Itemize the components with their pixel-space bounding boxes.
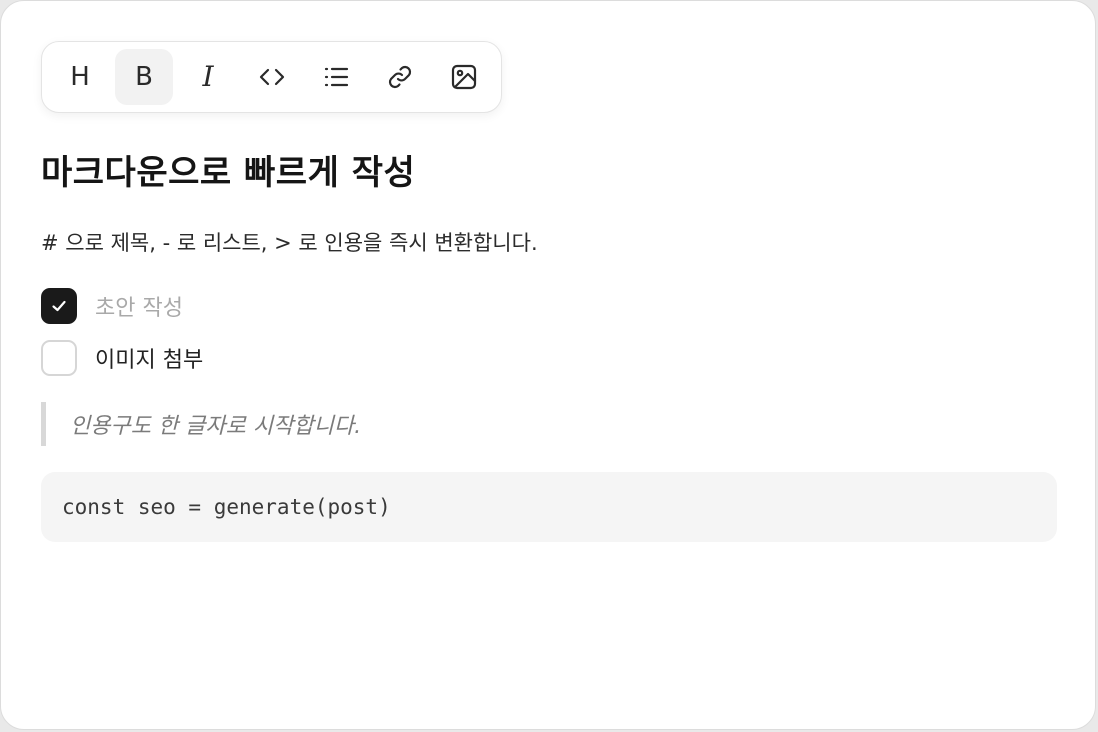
task-item-draft[interactable]: 초안 작성 (41, 288, 183, 324)
blockquote[interactable]: 인용구도 한 글자로 시작합니다. (41, 402, 361, 446)
editor-card: H B I 마크다운으로 빠르게 작성 # 으로 제목, - 로 리스트, > … (0, 0, 1096, 730)
task-label: 이미지 첨부 (95, 348, 204, 373)
italic-icon: I (202, 60, 214, 93)
checkbox-checked[interactable] (41, 288, 77, 324)
task-label: 초안 작성 (95, 296, 183, 321)
link-icon (388, 65, 412, 89)
check-icon (52, 300, 66, 312)
image-button[interactable] (435, 49, 493, 105)
code-block[interactable]: const seo = generate(post) (41, 472, 1057, 542)
list-icon (324, 67, 349, 87)
document-title[interactable]: 마크다운으로 빠르게 작성 (41, 145, 415, 194)
image-icon (451, 64, 477, 90)
code-text: const seo = generate(post) (62, 495, 391, 519)
code-icon (259, 68, 285, 86)
italic-button[interactable]: I (179, 49, 237, 105)
checkbox-unchecked[interactable] (41, 340, 77, 376)
heading-button[interactable]: H (51, 49, 109, 105)
code-button[interactable] (243, 49, 301, 105)
list-button[interactable] (307, 49, 365, 105)
bold-button[interactable]: B (115, 49, 173, 105)
formatting-toolbar: H B I (41, 41, 502, 113)
quote-text: 인용구도 한 글자로 시작합니다. (70, 414, 362, 439)
heading-icon: H (70, 62, 90, 92)
link-button[interactable] (371, 49, 429, 105)
bold-icon: B (135, 62, 153, 92)
task-item-attach-image[interactable]: 이미지 첨부 (41, 340, 203, 376)
description-paragraph[interactable]: # 으로 제목, - 로 리스트, > 로 인용을 즉시 변환합니다. (41, 227, 538, 257)
